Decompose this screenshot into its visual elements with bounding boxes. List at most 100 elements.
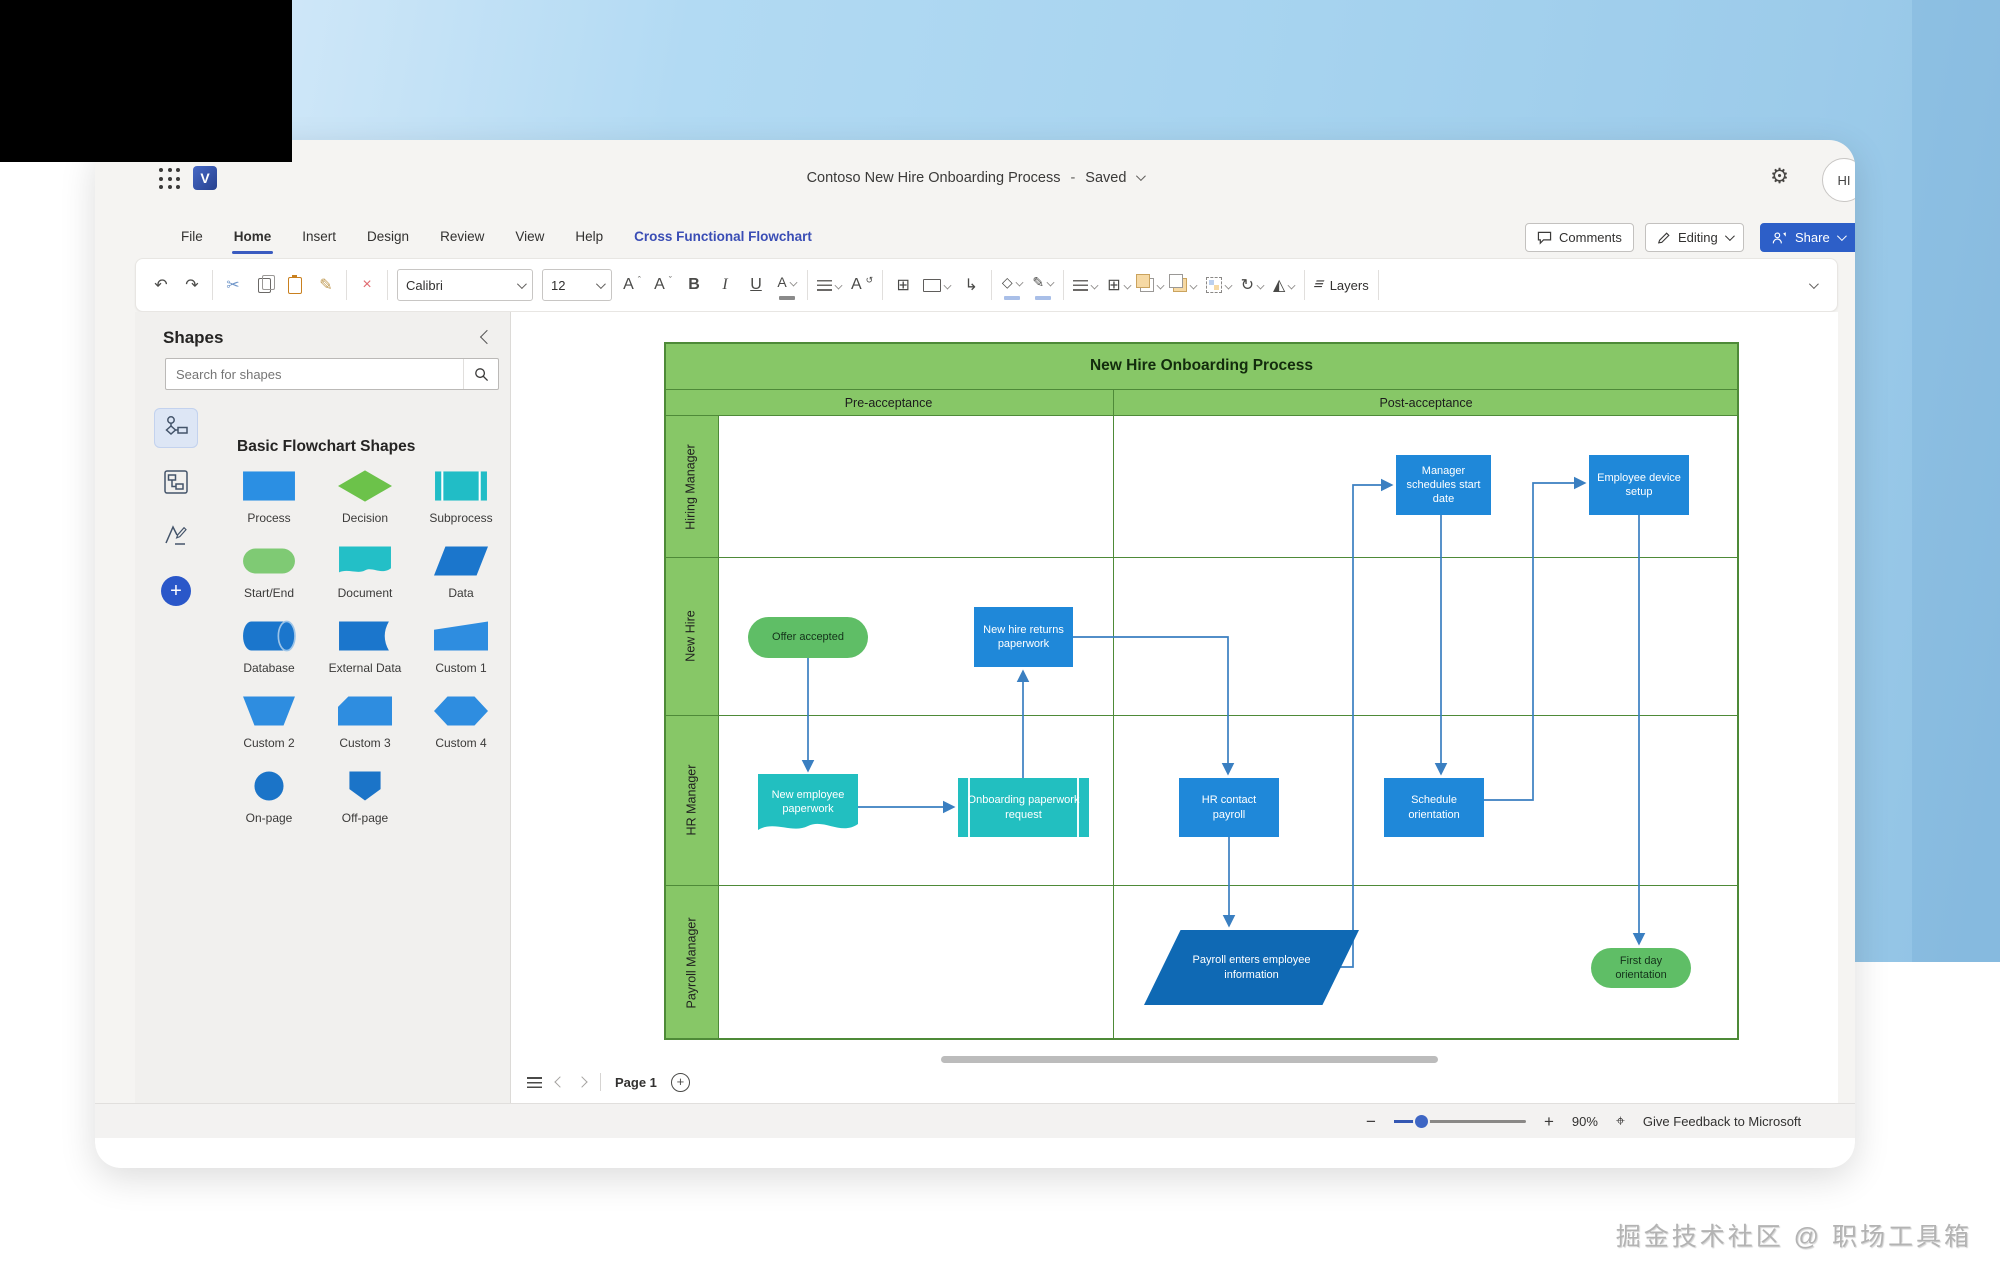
format-painter-icon[interactable]: ✎: [315, 270, 337, 300]
zoom-slider-knob[interactable]: [1415, 1115, 1428, 1128]
data-shape-icon: [434, 545, 488, 577]
tab-review[interactable]: Review: [438, 225, 486, 248]
canvas-horizontal-scrollbar[interactable]: [941, 1056, 1438, 1063]
tab-file[interactable]: File: [179, 225, 205, 248]
zoom-out-button[interactable]: −: [1366, 1113, 1376, 1130]
group-icon[interactable]: [1206, 270, 1232, 300]
fill-color-icon[interactable]: ◇: [1001, 267, 1023, 303]
node-new-hire-returns-paperwork[interactable]: New hire returns paperwork: [974, 607, 1073, 667]
document-title[interactable]: Contoso New Hire Onboarding Process: [807, 170, 1061, 186]
status-bar: − + 90% ⌖ Give Feedback to Microsoft: [95, 1103, 1855, 1139]
align-text-icon[interactable]: [817, 270, 842, 300]
page-bar: Page 1 +: [527, 1069, 690, 1095]
cut-icon[interactable]: ✂: [222, 270, 244, 300]
zoom-in-button[interactable]: +: [1544, 1113, 1554, 1130]
app-bar: V Contoso New Hire Onboarding Process - …: [95, 140, 1855, 215]
connected-shapes-stencil-icon[interactable]: [154, 462, 198, 502]
node-manager-schedules-start-date[interactable]: Manager schedules start date: [1396, 455, 1491, 515]
tab-home[interactable]: Home: [232, 225, 274, 248]
shape-search-input[interactable]: [166, 367, 463, 382]
flip-icon[interactable]: ◭: [1273, 270, 1295, 300]
flowchart-stencil-icon[interactable]: [154, 408, 198, 448]
bring-forward-icon[interactable]: [1140, 270, 1164, 300]
decrease-font-size-icon[interactable]: Aˇ: [652, 270, 674, 300]
swimlane-grid-line: [664, 557, 1739, 558]
diagram-title: New Hire Onboarding Process: [1090, 357, 1313, 375]
gallery-shape-custom3[interactable]: Custom 3: [317, 695, 413, 750]
add-page-button[interactable]: +: [671, 1073, 690, 1092]
bold-icon[interactable]: B: [683, 270, 705, 300]
gallery-shape-document[interactable]: Document: [317, 545, 413, 600]
align-shapes-icon[interactable]: [1073, 270, 1098, 300]
gallery-shape-data[interactable]: Data: [413, 545, 509, 600]
share-button[interactable]: Share: [1760, 223, 1855, 252]
tab-insert[interactable]: Insert: [300, 225, 338, 248]
tab-help[interactable]: Help: [573, 225, 605, 248]
increase-font-size-icon[interactable]: Aˆ: [621, 270, 643, 300]
document-shape-icon: [338, 545, 392, 577]
search-icon[interactable]: [463, 359, 498, 389]
node-onboarding-paperwork-request[interactable]: Onboarding paperwork request: [958, 778, 1089, 837]
font-name-select[interactable]: Calibri: [397, 269, 533, 301]
zoom-slider[interactable]: [1394, 1120, 1526, 1123]
settings-gear-icon[interactable]: ⚙: [1770, 164, 1789, 189]
feedback-link[interactable]: Give Feedback to Microsoft: [1643, 1114, 1801, 1129]
gallery-shape-label: Process: [247, 511, 290, 525]
next-page-icon[interactable]: [576, 1076, 587, 1087]
gallery-shape-offpage[interactable]: Off-page: [317, 770, 413, 825]
paste-icon[interactable]: [284, 270, 306, 300]
page-list-icon[interactable]: [527, 1077, 542, 1088]
fit-to-window-icon[interactable]: ⌖: [1616, 1113, 1625, 1131]
more-ribbon-options-icon[interactable]: [1801, 270, 1823, 300]
text-orientation-icon[interactable]: A↺: [851, 270, 873, 300]
drawing-canvas[interactable]: Page 1 + New Hire Onboarding ProcessPre-…: [511, 312, 1838, 1103]
node-new-employee-paperwork[interactable]: New employee paperwork: [758, 774, 858, 838]
gallery-shape-custom2[interactable]: Custom 2: [221, 695, 317, 750]
tab-cross-functional-flowchart[interactable]: Cross Functional Flowchart: [632, 225, 814, 248]
font-color-icon[interactable]: A: [776, 267, 798, 303]
node-offer-accepted[interactable]: Offer accepted: [748, 617, 868, 658]
rotate-icon[interactable]: ↻: [1241, 270, 1264, 300]
node-first-day-orientation[interactable]: First day orientation: [1591, 948, 1691, 988]
node-payroll-enters-employee-information[interactable]: Payroll enters employee information: [1144, 930, 1359, 1005]
page-label[interactable]: Page 1: [615, 1075, 657, 1090]
title-chevron-icon[interactable]: [1136, 171, 1146, 181]
connector-icon[interactable]: ↳: [960, 270, 982, 300]
gallery-shape-startend[interactable]: Start/End: [221, 545, 317, 600]
gallery-shape-custom1[interactable]: Custom 1: [413, 620, 509, 675]
position-icon[interactable]: ⊞: [1107, 270, 1130, 300]
text-block-icon[interactable]: ⊞: [892, 270, 914, 300]
redo-icon[interactable]: ↷: [181, 270, 203, 300]
line-color-icon[interactable]: ✎: [1032, 267, 1054, 303]
gallery-shape-onpage[interactable]: On-page: [221, 770, 317, 825]
zoom-percent[interactable]: 90%: [1572, 1114, 1598, 1129]
node-schedule-orientation[interactable]: Schedule orientation: [1384, 778, 1484, 837]
collapse-panel-icon[interactable]: [480, 330, 494, 344]
gallery-shape-label: Data: [448, 586, 473, 600]
gallery-shape-custom4[interactable]: Custom 4: [413, 695, 509, 750]
previous-page-icon[interactable]: [554, 1076, 565, 1087]
ribbon-divider: [346, 270, 347, 300]
undo-icon[interactable]: ↶: [150, 270, 172, 300]
delete-icon[interactable]: ×: [356, 270, 378, 300]
editing-mode-button[interactable]: Editing: [1645, 223, 1744, 252]
tab-design[interactable]: Design: [365, 225, 411, 248]
gallery-shape-external[interactable]: External Data: [317, 620, 413, 675]
shape-style-icon[interactable]: [923, 270, 951, 300]
gallery-shape-decision[interactable]: Decision: [317, 470, 413, 525]
gallery-shape-database[interactable]: Database: [221, 620, 317, 675]
tab-view[interactable]: View: [513, 225, 546, 248]
font-size-select[interactable]: 12: [542, 269, 612, 301]
gallery-shape-process[interactable]: Process: [221, 470, 317, 525]
node-hr-contact-payroll[interactable]: HR contact payroll: [1179, 778, 1279, 837]
layers-button[interactable]: ≡Layers: [1314, 270, 1368, 300]
comments-button[interactable]: Comments: [1525, 223, 1634, 252]
gallery-shape-subprocess[interactable]: Subprocess: [413, 470, 509, 525]
underline-icon[interactable]: U: [745, 270, 767, 300]
node-employee-device-setup[interactable]: Employee device setup: [1589, 455, 1689, 515]
send-backward-icon[interactable]: [1173, 270, 1197, 300]
add-shapes-button[interactable]: +: [161, 576, 191, 606]
italic-icon[interactable]: I: [714, 270, 736, 300]
copy-icon[interactable]: [253, 270, 275, 300]
draw-shapes-stencil-icon[interactable]: [154, 516, 198, 556]
